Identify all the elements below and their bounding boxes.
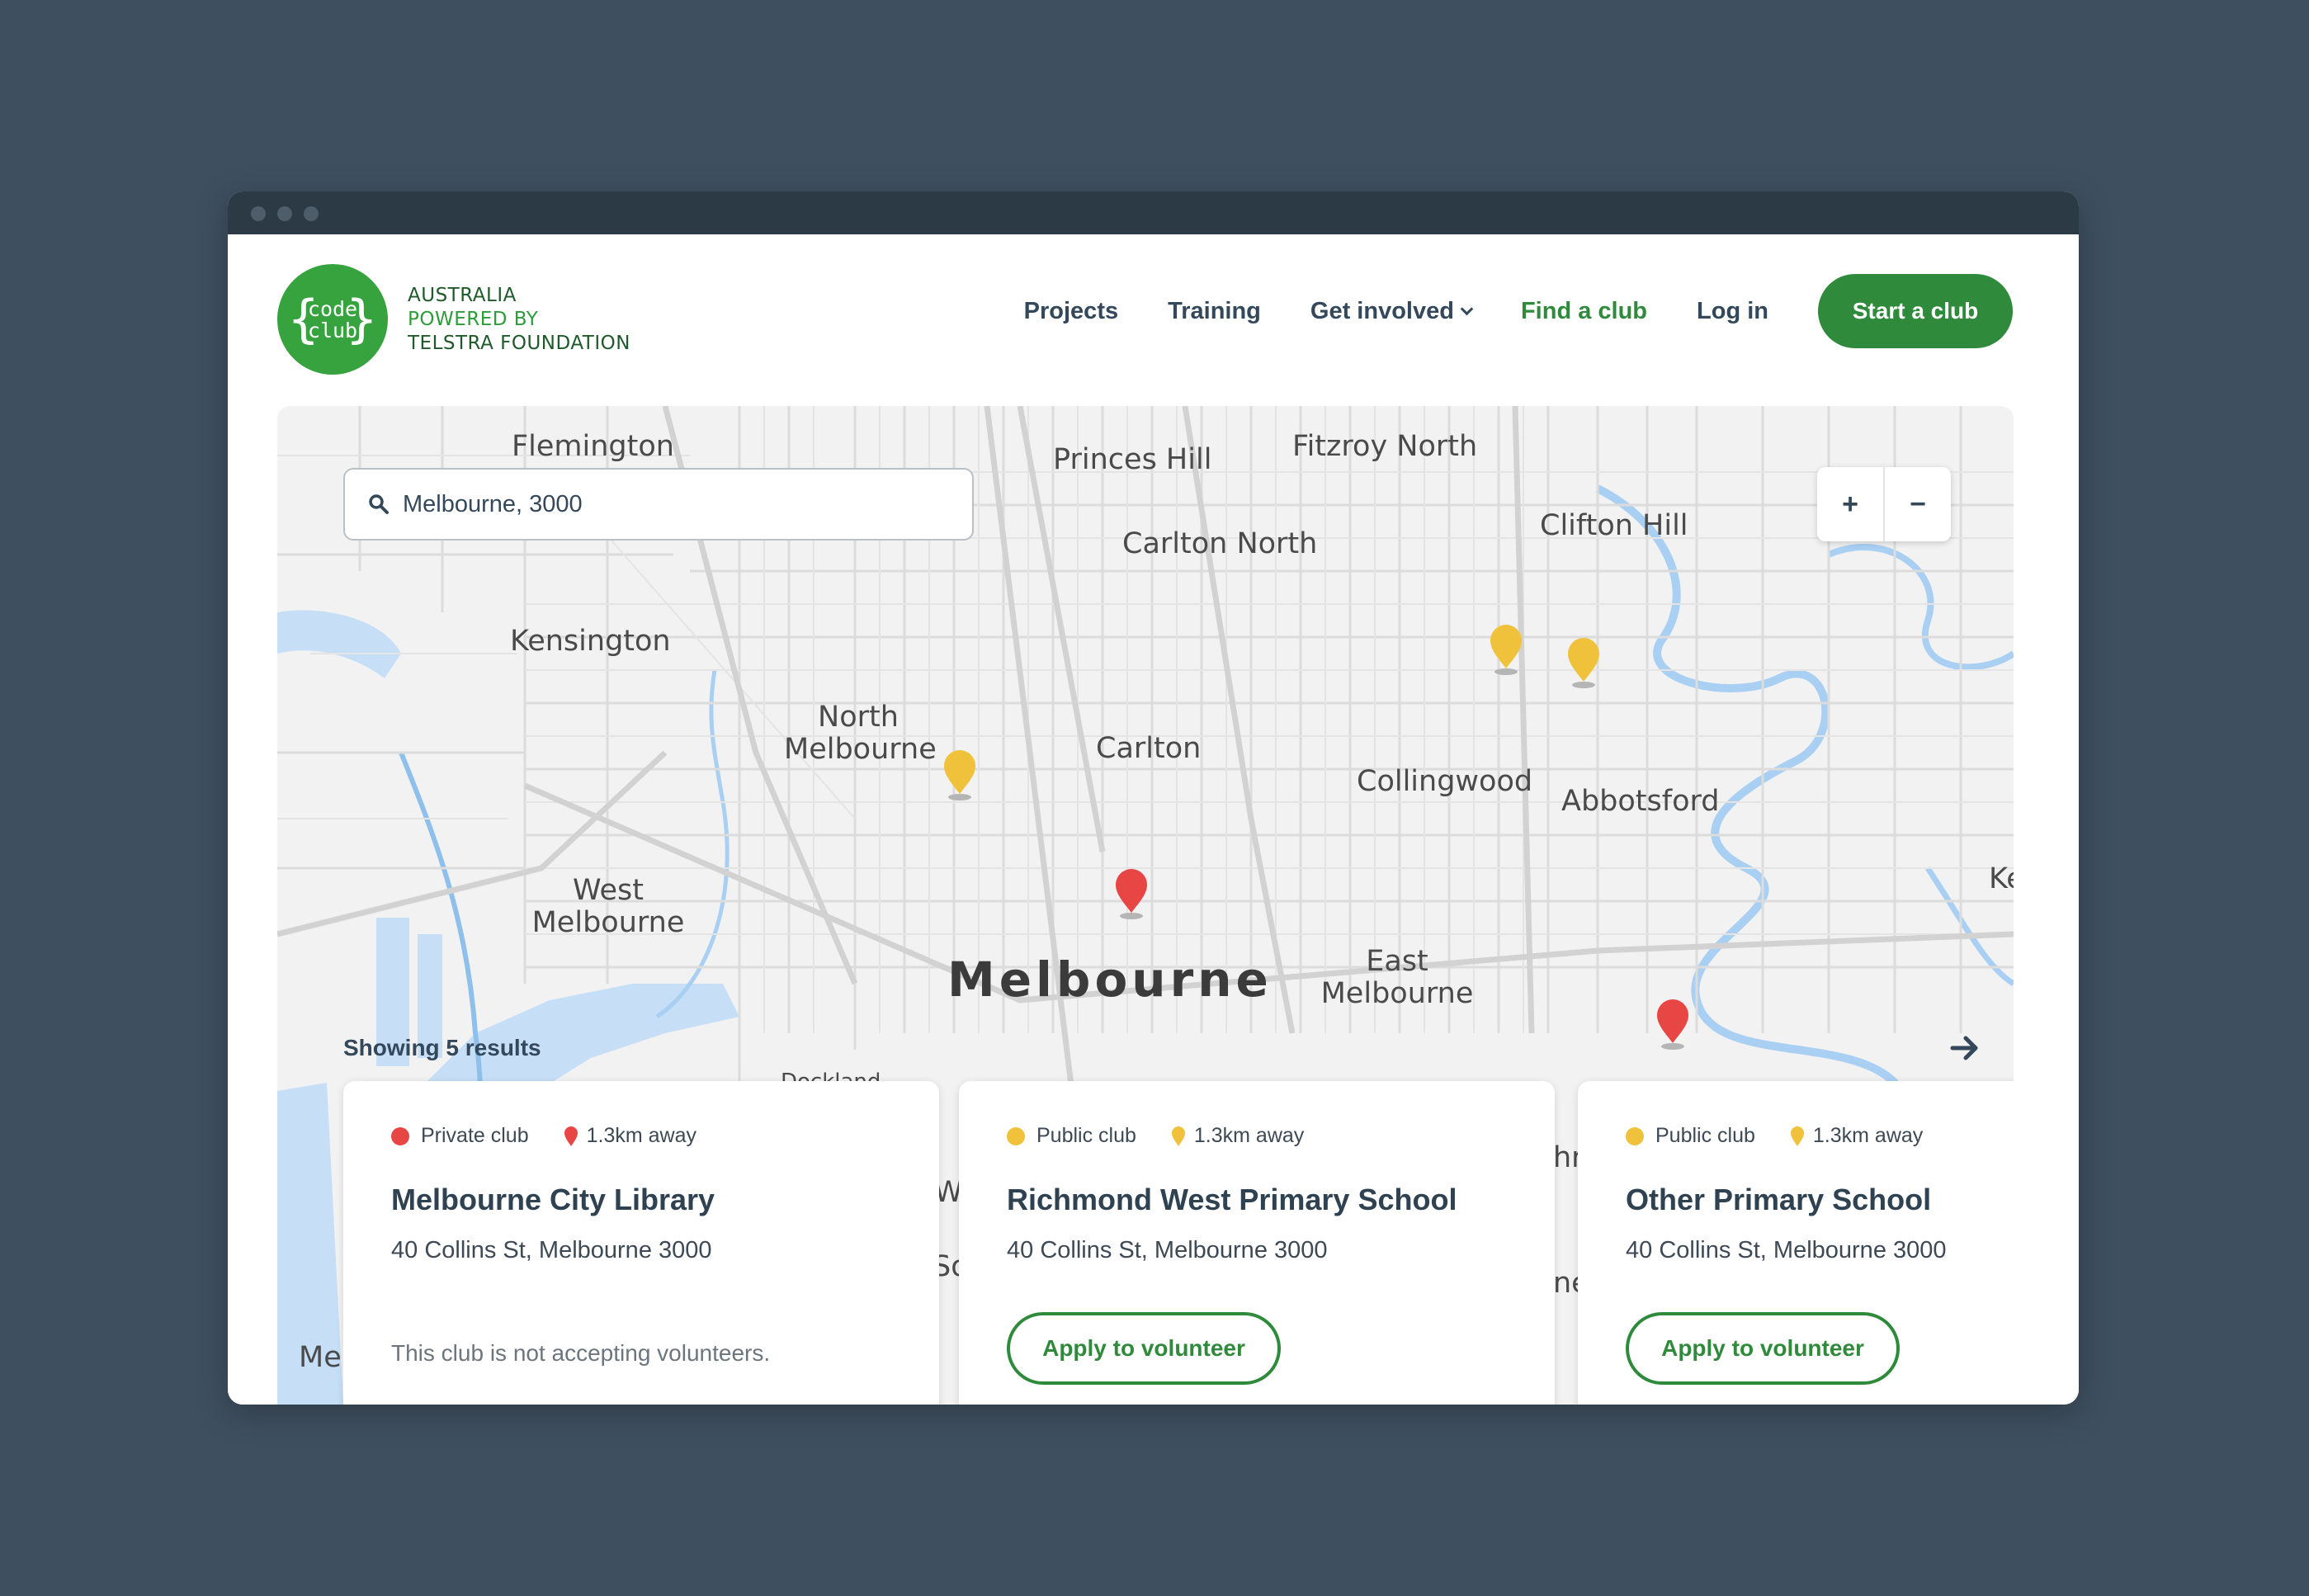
club-type: Public club: [1036, 1124, 1136, 1147]
club-map[interactable]: Flemington Princes Hill Fitzroy North Cl…: [277, 406, 2014, 1405]
club-type-dot-icon: [1007, 1126, 1025, 1145]
place-label-city: Melbourne: [947, 951, 1273, 1008]
place-label-line: West: [572, 874, 645, 907]
apply-to-volunteer-button[interactable]: Apply to volunteer: [1626, 1312, 1900, 1385]
zoom-in-button[interactable]: +: [1817, 467, 1883, 541]
window-dot[interactable]: [277, 206, 292, 221]
nav-get-involved-label: Get involved: [1310, 297, 1454, 324]
distance-pin-icon: [1790, 1126, 1804, 1146]
tagline-powered: POWERED BY: [408, 309, 539, 330]
club-card[interactable]: Public club 1.3km away Other Primary Sch…: [1578, 1081, 2014, 1405]
public-club-pin-icon[interactable]: [1487, 622, 1525, 677]
public-club-pin-icon[interactable]: [941, 748, 979, 802]
page: { code club } AUSTRALIA POWERED BY TELST…: [228, 234, 2079, 1405]
distance-pin-icon: [564, 1126, 578, 1146]
place-label: North Melbourne: [784, 701, 937, 766]
place-label-line: East: [1366, 945, 1428, 978]
place-label-line: Melbourne: [784, 733, 937, 766]
arrow-right-icon[interactable]: [1948, 1030, 1984, 1066]
logo-mark: { code club }: [288, 294, 377, 345]
nav-get-involved[interactable]: Get involved: [1310, 297, 1474, 325]
place-label: Flemington: [512, 430, 674, 463]
club-name[interactable]: Melbourne City Library: [391, 1183, 891, 1217]
place-label: West Melbourne: [530, 875, 687, 939]
place-label: Carlton: [1096, 732, 1202, 765]
club-distance: 1.3km away: [586, 1124, 697, 1147]
search-icon: [369, 494, 389, 514]
club-meta: Private club 1.3km away: [391, 1124, 891, 1148]
club-card[interactable]: Private club 1.3km away Melbourne City L…: [343, 1081, 939, 1405]
code-club-logo[interactable]: { code club }: [277, 264, 388, 375]
private-club-pin-icon[interactable]: [1112, 866, 1150, 921]
window-dot[interactable]: [304, 206, 319, 221]
search-input[interactable]: [403, 490, 931, 518]
start-a-club-button[interactable]: Start a club: [1818, 274, 2013, 348]
club-name[interactable]: Other Primary School: [1626, 1183, 2014, 1217]
nav-projects[interactable]: Projects: [1024, 298, 1118, 325]
zoom-controls: + −: [1817, 467, 1951, 541]
location-search[interactable]: [343, 468, 974, 541]
club-meta: Public club 1.3km away: [1626, 1124, 2014, 1148]
place-label: Carlton North: [1122, 527, 1318, 560]
place-label: Princes Hill: [1053, 443, 1212, 476]
window-dot[interactable]: [251, 206, 266, 221]
club-meta: Public club 1.3km away: [1007, 1124, 1507, 1148]
place-label: East Melbourne: [1319, 946, 1476, 1010]
place-label: Collingwood: [1357, 765, 1533, 798]
zoom-out-button[interactable]: −: [1885, 467, 1951, 541]
volunteer-status: This club is not accepting volunteers.: [391, 1340, 771, 1366]
results-count: Showing 5 results: [343, 1035, 541, 1060]
club-address: 40 Collins St, Melbourne 3000: [1626, 1237, 1947, 1263]
nav-training[interactable]: Training: [1168, 298, 1261, 325]
club-type-dot-icon: [391, 1126, 409, 1145]
brace-close-icon: }: [346, 289, 377, 349]
club-address: 40 Collins St, Melbourne 3000: [1007, 1237, 1328, 1263]
club-type-dot-icon: [1626, 1126, 1644, 1145]
main-nav: Projects Training Get involved Find a cl…: [975, 274, 2013, 348]
apply-to-volunteer-button[interactable]: Apply to volunteer: [1007, 1312, 1281, 1385]
club-address: 40 Collins St, Melbourne 3000: [391, 1237, 712, 1263]
club-distance: 1.3km away: [1193, 1124, 1305, 1147]
club-card[interactable]: Public club 1.3km away Richmond West Pri…: [959, 1081, 1555, 1405]
place-label: Me: [299, 1341, 342, 1374]
browser-chrome: [228, 191, 2079, 234]
place-label-line: North: [818, 701, 899, 734]
nav-log-in[interactable]: Log in: [1697, 298, 1768, 325]
brand-tagline: AUSTRALIA POWERED BY TELSTRA FOUNDATION: [408, 284, 630, 356]
distance-pin-icon: [1171, 1126, 1185, 1146]
place-label: Kensington: [510, 625, 671, 658]
tagline-sponsor: TELSTRA FOUNDATION: [408, 333, 630, 354]
place-label: Fitzroy North: [1292, 430, 1478, 463]
tagline-country: AUSTRALIA: [408, 285, 517, 306]
club-type: Private club: [421, 1124, 529, 1147]
place-label: Abbotsford: [1561, 785, 1720, 818]
private-club-pin-icon[interactable]: [1654, 997, 1692, 1051]
nav-find-a-club[interactable]: Find a club: [1521, 298, 1647, 325]
club-name[interactable]: Richmond West Primary School: [1007, 1183, 1507, 1217]
public-club-pin-icon[interactable]: [1565, 635, 1603, 690]
club-type: Public club: [1655, 1124, 1755, 1147]
place-label: Ke: [1989, 862, 2014, 895]
chevron-down-icon: [1460, 302, 1474, 315]
place-label-line: Melbourne: [1320, 977, 1474, 1010]
place-label-line: Melbourne: [531, 906, 685, 939]
place-label: Clifton Hill: [1540, 509, 1688, 542]
browser-window: { code club } AUSTRALIA POWERED BY TELST…: [228, 191, 2079, 1405]
club-distance: 1.3km away: [1812, 1124, 1924, 1147]
